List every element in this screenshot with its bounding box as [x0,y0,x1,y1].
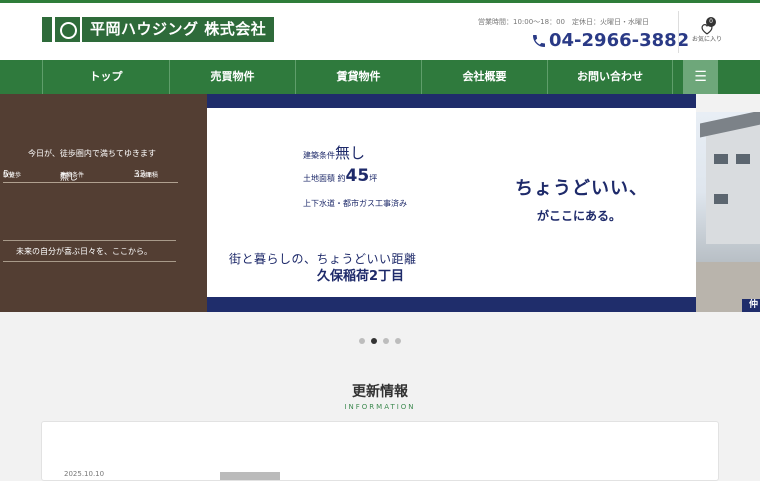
navy-band-top [207,94,696,108]
slider-dot-4[interactable] [395,338,401,344]
house-photo [696,112,760,312]
phone-number[interactable]: 04-2966-3882 [531,30,689,51]
nav-rental-properties[interactable]: 賃貸物件 [295,60,421,94]
slider-dot-1[interactable] [359,338,365,344]
hero-slider[interactable]: 今日が、徒歩圏内で満ちてゆきます 駅徒歩 5 分 建築条件 無し 土地面積 33 坪 未来… [0,94,760,312]
favorites-button[interactable]: 0 お気に入り [690,17,724,43]
house-image [706,124,760,244]
heart-icon: 0 [700,17,716,35]
slider-pagination [359,338,407,344]
hero-left-stats: 駅徒歩 5 分 建築条件 無し 土地面積 33 坪 [3,170,178,183]
logo-emblem-icon [55,17,80,42]
hero-left-caption: 今日が、徒歩圏内で満ちてゆきます [28,149,156,158]
news-section-subtitle: INFORMATION [344,403,416,411]
news-card: 2025.10.10 [41,421,719,481]
divider-line [3,261,176,262]
phone-icon [533,34,545,47]
hero-slide-current: 建築条件無し 土地面積 約45坪 上下水道・都市ガス工事済み ちょうどいい、 が… [207,94,696,312]
hero-slogan-sub: がここにある。 [537,209,622,223]
main-nav: トップ 売買物件 賃貸物件 会社概要 お問い合わせ ☰ [0,60,760,94]
spec-utilities: 上下水道・都市ガス工事済み [303,199,407,208]
hamburger-icon: ☰ [694,69,707,85]
hero-slide-previous: 今日が、徒歩圏内で満ちてゆきます 駅徒歩 5 分 建築条件 無し 土地面積 33 坪 未来… [0,94,207,312]
stat-land-area: 土地面積 33 坪 [134,170,159,180]
hero-location: 久保稲荷2丁目 [317,269,405,284]
logo-bar-mark [42,17,52,42]
favorites-count-badge: 0 [706,17,716,27]
stat-building-condition: 建築条件 無し [60,172,85,183]
divider-line [3,240,176,241]
nav-contact[interactable]: お問い合わせ [547,60,673,94]
header-divider [678,11,679,53]
spec-land-area: 土地面積 約45坪 [303,166,378,186]
news-section-title: 更新情報 [352,384,408,400]
nav-top[interactable]: トップ [42,60,169,94]
navy-band-bottom [207,297,696,312]
nav-sale-properties[interactable]: 売買物件 [169,60,295,94]
spec-building-condition: 建築条件無し [303,144,366,162]
hero-left-tagline: 未来の自分が喜ぶ日々を、ここから。 [16,247,152,256]
hero-slogan-main: ちょうどいい、 [515,178,648,199]
news-item-thumbnail[interactable] [220,472,280,480]
phone-number-text: 04-2966-3882 [549,30,690,51]
hamburger-menu-button[interactable]: ☰ [683,60,718,94]
stat-station: 駅徒歩 5 分 [3,170,22,180]
favorites-label: お気に入り [691,36,722,43]
photo-badge: 仲 [742,299,760,312]
logo-text: 平岡ハウジング 株式会社 [82,17,275,42]
slider-dot-2[interactable] [371,338,377,344]
news-item-date: 2025.10.10 [64,470,105,478]
slider-dot-3[interactable] [383,338,389,344]
nav-company-profile[interactable]: 会社概要 [421,60,547,94]
business-hours: 営業時間：10:00～18：00 定休日：火曜日・水曜日 [478,18,649,26]
site-header: 平岡ハウジング 株式会社 営業時間：10:00～18：00 定休日：火曜日・水曜… [0,3,760,60]
company-logo[interactable]: 平岡ハウジング 株式会社 [42,17,275,42]
